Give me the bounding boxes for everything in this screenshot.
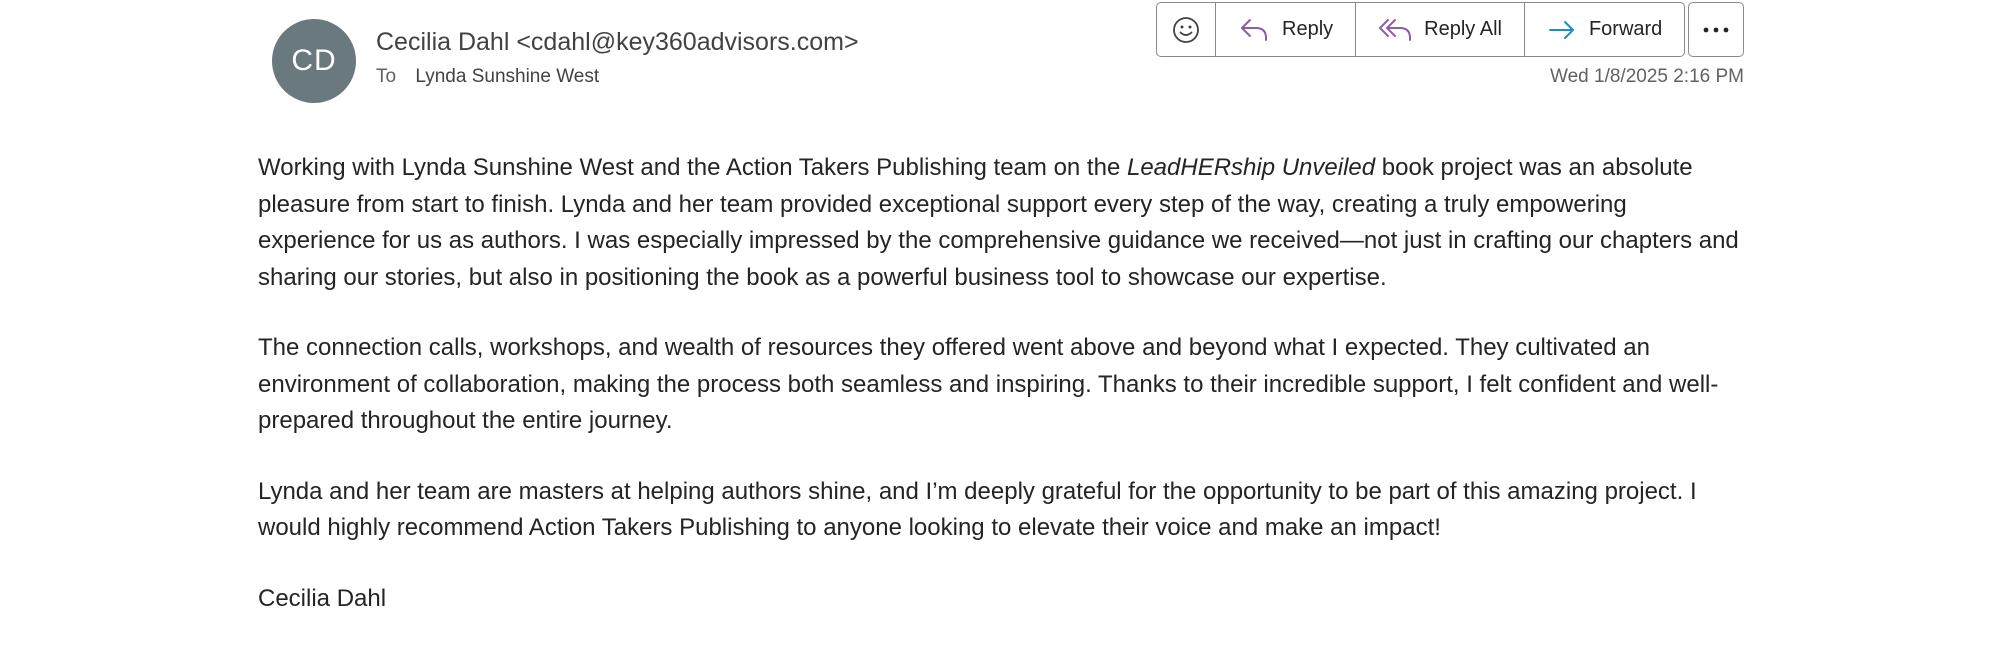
body-text: Working with Lynda Sunshine West and the… bbox=[258, 154, 1127, 181]
reply-all-label: Reply All bbox=[1424, 18, 1502, 40]
react-button[interactable] bbox=[1157, 3, 1216, 56]
body-paragraph-2: The connection calls, workshops, and wea… bbox=[258, 334, 1719, 434]
avatar[interactable]: CD bbox=[272, 19, 356, 103]
message-action-toolbar: Reply Reply All Forward bbox=[1156, 2, 1686, 57]
email-reading-pane: CD Cecilia Dahl <cdahl@key360advisors.co… bbox=[0, 0, 2000, 647]
forward-label: Forward bbox=[1588, 18, 1663, 40]
message-body: Working with Lynda Sunshine West and the… bbox=[258, 150, 1748, 617]
sender-name[interactable]: Cecilia Dahl <cdahl@key360advisors.com> bbox=[376, 28, 859, 57]
reply-all-arrow-icon bbox=[1379, 18, 1412, 41]
recipient-name[interactable]: Lynda Sunshine West bbox=[415, 66, 599, 87]
forward-button[interactable]: Forward bbox=[1525, 3, 1684, 56]
reply-button[interactable]: Reply bbox=[1216, 3, 1357, 56]
body-paragraph-3: Lynda and her team are masters at helpin… bbox=[258, 477, 1697, 542]
smiley-icon bbox=[1173, 16, 1199, 43]
signature: Cecilia Dahl bbox=[258, 584, 387, 612]
more-horizontal-icon bbox=[1703, 27, 1729, 32]
forward-arrow-icon bbox=[1548, 20, 1574, 39]
recipient-row: To Lynda Sunshine West bbox=[376, 66, 599, 88]
to-label: To bbox=[376, 66, 397, 87]
body-paragraph-1: Working with Lynda Sunshine West and the… bbox=[258, 150, 1748, 296]
book-title: LeadHERship Unveiled bbox=[1126, 154, 1376, 181]
reply-label: Reply bbox=[1282, 18, 1334, 40]
more-actions-button[interactable] bbox=[1688, 2, 1744, 57]
message-timestamp: Wed 1/8/2025 2:16 PM bbox=[1550, 66, 1744, 87]
reply-all-button[interactable]: Reply All bbox=[1356, 3, 1525, 56]
reply-arrow-icon bbox=[1241, 18, 1267, 41]
